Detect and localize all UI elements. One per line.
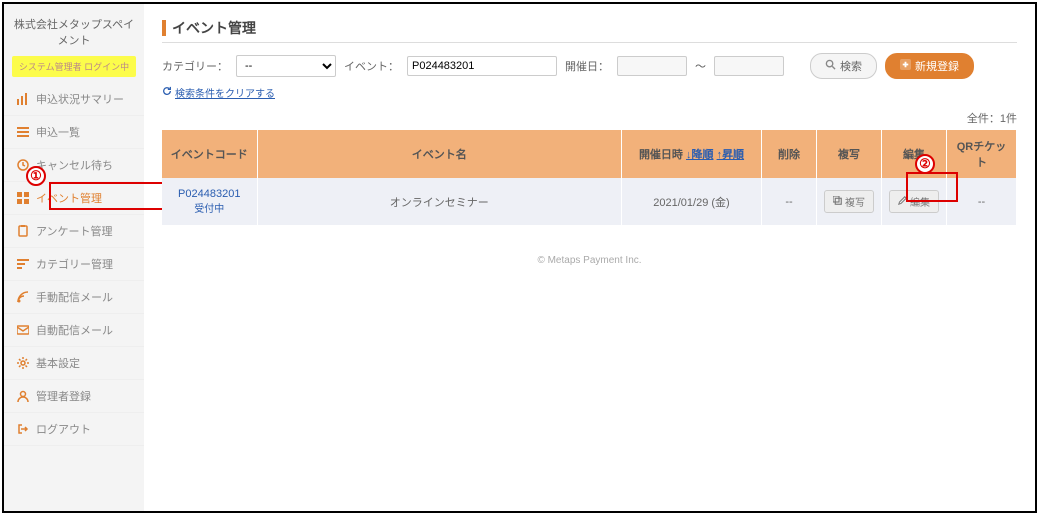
col-copy: 複写 <box>817 130 882 178</box>
category-select[interactable]: -- <box>236 55 336 77</box>
new-register-button[interactable]: 新規登録 <box>885 53 974 79</box>
col-date: 開催日時 ↓降順 ↑昇順 <box>622 130 762 178</box>
sort-desc-link[interactable]: ↓降順 <box>686 149 714 161</box>
search-button-label: 検索 <box>840 58 862 74</box>
sidebar-item-event-mgmt[interactable]: イベント管理 <box>4 182 144 215</box>
sidebar-item-label: カテゴリー管理 <box>36 256 113 272</box>
events-table: イベントコード イベント名 開催日時 ↓降順 ↑昇順 削除 複写 編集 QRチケ… <box>162 130 1017 225</box>
col-qr: QRチケット <box>947 130 1017 178</box>
sidebar-item-auto-mail[interactable]: 自動配信メール <box>4 314 144 347</box>
col-delete: 削除 <box>762 130 817 178</box>
event-status: 受付中 <box>194 204 224 215</box>
sidebar-item-label: アンケート管理 <box>36 223 113 239</box>
title-bar-accent <box>162 20 166 36</box>
mail-icon <box>16 323 30 337</box>
sidebar-item-label: 手動配信メール <box>36 289 113 305</box>
sidebar-item-label: 管理者登録 <box>36 388 91 404</box>
sidebar-item-label: 基本設定 <box>36 355 80 371</box>
sidebar-item-label: イベント管理 <box>36 190 102 206</box>
logout-icon <box>16 422 30 436</box>
sidebar-item-label: 申込状況サマリー <box>36 91 124 107</box>
col-code: イベントコード <box>162 130 257 178</box>
copy-button[interactable]: 複写 <box>824 190 874 213</box>
edit-button-label: 編集 <box>910 194 930 209</box>
event-name-cell: オンラインセミナー <box>257 178 622 225</box>
clock-icon <box>16 158 30 172</box>
page-title: イベント管理 <box>172 18 256 38</box>
sidebar-item-category[interactable]: カテゴリー管理 <box>4 248 144 281</box>
chart-icon <box>16 92 30 106</box>
sidebar: 株式会社メタップスペイメント システム管理者 ログイン中 申込状況サマリー 申込… <box>4 4 144 511</box>
plus-icon <box>900 59 911 73</box>
date-separator: ～ <box>695 58 706 74</box>
sidebar-item-manual-mail[interactable]: 手動配信メール <box>4 281 144 314</box>
sort-asc-link[interactable]: ↑昇順 <box>717 149 745 161</box>
category-label: カテゴリー： <box>162 58 228 74</box>
gear-icon <box>16 356 30 370</box>
sidebar-item-applications[interactable]: 申込一覧 <box>4 116 144 149</box>
brand-name: 株式会社メタップスペイメント <box>4 12 144 56</box>
edit-button[interactable]: 編集 <box>889 190 939 213</box>
sidebar-item-label: 申込一覧 <box>36 124 80 140</box>
sidebar-item-logout[interactable]: ログアウト <box>4 413 144 446</box>
main-content: イベント管理 カテゴリー： -- イベント： 開催日： ～ 検索 新規登録 <box>144 4 1035 511</box>
clear-filters-link[interactable]: 検索条件をクリアする <box>162 85 275 100</box>
qr-cell: -- <box>947 178 1017 225</box>
date-label: 開催日： <box>565 58 609 74</box>
copy-button-label: 複写 <box>845 194 865 209</box>
clipboard-icon <box>16 224 30 238</box>
sidebar-item-label: ログアウト <box>36 421 91 437</box>
table-row: P024483201 受付中 オンラインセミナー 2021/01/29 (金) … <box>162 178 1017 225</box>
sidebar-item-survey[interactable]: アンケート管理 <box>4 215 144 248</box>
new-register-label: 新規登録 <box>915 58 959 74</box>
copy-icon <box>833 196 842 208</box>
date-from-input[interactable] <box>617 56 687 76</box>
clear-filters-label: 検索条件をクリアする <box>175 85 275 100</box>
sidebar-item-label: 自動配信メール <box>36 322 113 338</box>
refresh-icon <box>162 86 172 99</box>
sidebar-item-summary[interactable]: 申込状況サマリー <box>4 83 144 116</box>
list-icon <box>16 125 30 139</box>
sidebar-item-cancel-wait[interactable]: キャンセル待ち <box>4 149 144 182</box>
event-date-cell: 2021/01/29 (金) <box>622 178 762 225</box>
event-code-link[interactable]: P024483201 <box>178 188 240 200</box>
col-edit: 編集 <box>882 130 947 178</box>
col-name: イベント名 <box>257 130 622 178</box>
tag-icon <box>16 257 30 271</box>
user-icon <box>16 389 30 403</box>
edit-icon <box>898 196 907 208</box>
rss-icon <box>16 290 30 304</box>
delete-cell: -- <box>762 178 817 225</box>
sidebar-item-label: キャンセル待ち <box>36 157 113 173</box>
grid-icon <box>16 191 30 205</box>
search-button[interactable]: 検索 <box>810 53 877 79</box>
date-to-input[interactable] <box>714 56 784 76</box>
footer-copyright: © Metaps Payment Inc. <box>162 255 1017 266</box>
event-label: イベント： <box>344 58 399 74</box>
login-status: システム管理者 ログイン中 <box>12 56 136 77</box>
sidebar-item-admin-register[interactable]: 管理者登録 <box>4 380 144 413</box>
filter-bar: カテゴリー： -- イベント： 開催日： ～ 検索 新規登録 <box>162 53 1017 79</box>
sidebar-item-basic-settings[interactable]: 基本設定 <box>4 347 144 380</box>
result-count: 全件：1件 <box>162 110 1017 126</box>
event-code-input[interactable] <box>407 56 557 76</box>
search-icon <box>825 59 836 73</box>
